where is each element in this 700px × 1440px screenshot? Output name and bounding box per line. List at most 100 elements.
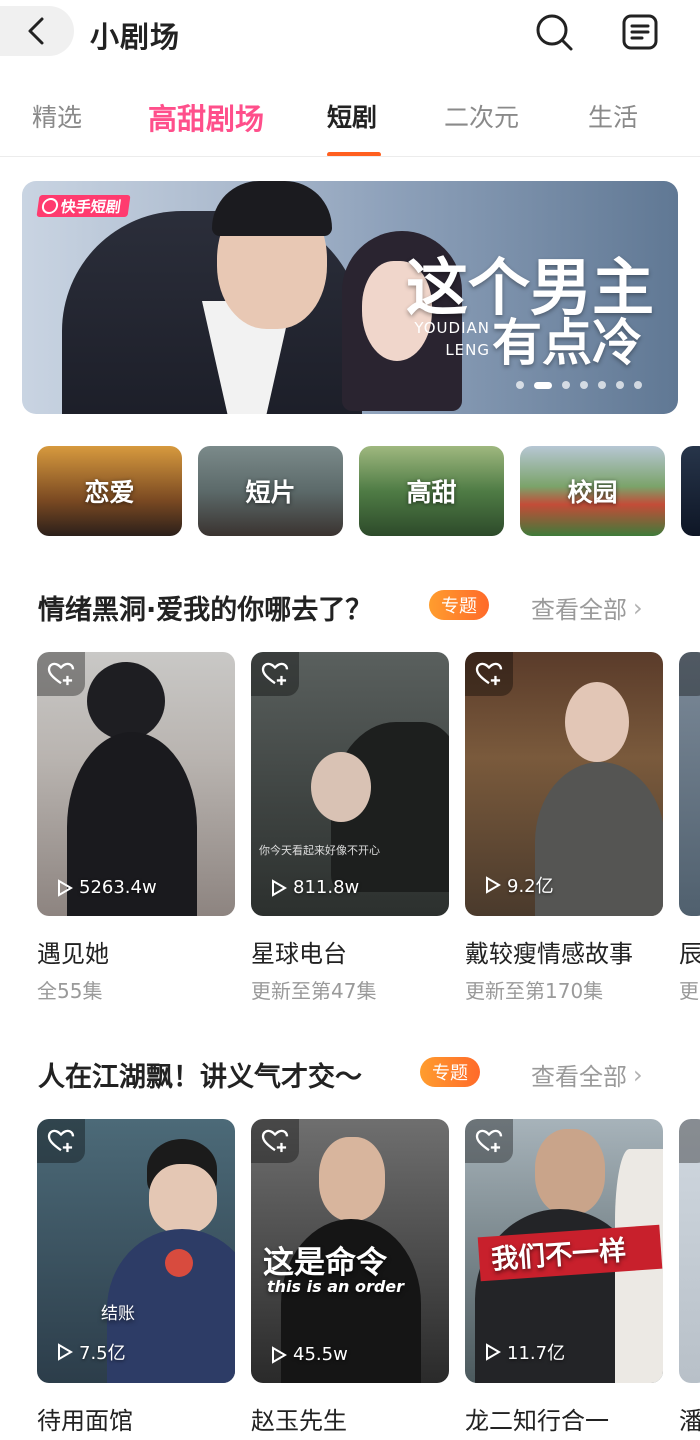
heart-plus-icon (261, 1129, 289, 1153)
play-count-value: 5263.4w (79, 877, 157, 898)
drama-episodes: 全55集 (37, 979, 103, 1003)
add-favorite-button[interactable] (679, 652, 700, 696)
thumbnail-figure-face (311, 752, 371, 822)
tab-life[interactable]: 生活 (588, 98, 638, 134)
tab-sweet-theater[interactable]: 高甜剧场 (148, 96, 264, 138)
drama-card[interactable]: 你今天看起来好像不开心 811.8w 星球电台 更新至第47集 (251, 652, 449, 1004)
thumbnail-figure-face (565, 682, 629, 762)
drama-title: 星球电台 (251, 940, 347, 968)
view-all-link[interactable]: 查看全部 › (531, 1057, 643, 1092)
play-count: 5263.4w (57, 877, 157, 898)
subtitle-caption: 你今天看起来好像不开心 (259, 844, 380, 857)
chevron-right-icon: › (633, 593, 643, 622)
drama-card[interactable]: 这是命令 this is an order 45.5w 赵玉先生 (251, 1119, 449, 1436)
tab-short-drama[interactable]: 短剧 (327, 98, 377, 134)
heart-plus-icon (261, 662, 289, 686)
drama-card[interactable]: 9.2亿 戴较瘦情感故事 更新至第170集 (465, 652, 663, 1004)
search-button[interactable] (532, 10, 576, 54)
drama-title: 龙二知行合一 (465, 1407, 609, 1435)
banner-figure-man-hair (212, 181, 332, 236)
back-button[interactable] (0, 6, 74, 56)
play-count: 11.7亿 (485, 1339, 565, 1365)
play-icon (486, 1343, 501, 1361)
category-more-partial[interactable] (681, 446, 700, 536)
pagination-dot-active (534, 381, 552, 389)
section-title: 人在江湖飘！讲义气才交～ (38, 1062, 362, 1093)
subtitle-caption: 结账 (101, 1304, 135, 1324)
drama-thumbnail: 5263.4w (37, 652, 235, 916)
section-emotional-header: 情绪黑洞·爱我的你哪去了？ 专题 查看全部 › (38, 586, 668, 630)
drama-title: 辰 (679, 940, 700, 968)
back-arrow-icon (28, 17, 44, 45)
play-count: 811.8w (271, 877, 359, 898)
menu-button[interactable] (618, 10, 662, 54)
pagination-dot (598, 381, 606, 389)
drama-card[interactable]: 我们不一样 11.7亿 龙二知行合一 (465, 1119, 663, 1436)
drama-title: 遇见她 (37, 940, 109, 968)
drama-episodes: 更新至第170集 (465, 979, 604, 1003)
add-favorite-button[interactable] (679, 1119, 700, 1163)
category-tabs: 精选 高甜剧场 短剧 二次元 生活 (0, 86, 700, 157)
category-campus[interactable]: 校园 (520, 446, 665, 536)
play-count-value: 11.7亿 (507, 1343, 566, 1364)
tabs-divider (0, 156, 700, 157)
overlay-title: 这是命令 (263, 1245, 387, 1281)
drama-thumbnail: 我们不一样 11.7亿 (465, 1119, 663, 1383)
play-count-value: 9.2亿 (507, 876, 554, 897)
topic-badge: 专题 (429, 590, 489, 620)
add-favorite-button[interactable] (37, 1119, 85, 1163)
thumbnail-figure-face (535, 1129, 605, 1215)
add-favorite-button[interactable] (465, 652, 513, 696)
drama-title: 戴较瘦情感故事 (465, 940, 633, 968)
drama-card-partial[interactable]: 潘 (679, 1119, 700, 1436)
drama-episodes: 更新至第47集 (251, 979, 377, 1003)
thumbnail-figure-face (319, 1137, 385, 1221)
view-all-label: 查看全部 (531, 596, 627, 624)
heart-plus-icon (47, 662, 75, 686)
tab-featured[interactable]: 精选 (32, 98, 82, 134)
drama-card-partial[interactable]: 辰 更 (679, 652, 700, 1004)
drama-thumbnail: 这是命令 this is an order 45.5w (251, 1119, 449, 1383)
add-favorite-button[interactable] (251, 652, 299, 696)
category-label: 高甜 (406, 478, 457, 507)
play-count: 45.5w (271, 1344, 348, 1365)
drama-card[interactable]: 结账 7.5亿 待用面馆 (37, 1119, 235, 1436)
drama-card[interactable]: 5263.4w 遇见她 全55集 (37, 652, 235, 1004)
search-icon (536, 14, 573, 51)
heart-plus-icon (475, 662, 503, 686)
play-count-value: 811.8w (293, 877, 360, 898)
play-icon (58, 878, 73, 897)
view-all-label: 查看全部 (531, 1063, 627, 1091)
category-label: 恋爱 (84, 478, 135, 507)
category-sweet[interactable]: 高甜 (359, 446, 504, 536)
pagination-dot (616, 381, 624, 389)
drama-title: 赵玉先生 (251, 1407, 347, 1435)
play-icon (272, 1345, 287, 1364)
category-label: 校园 (567, 478, 618, 507)
play-count: 7.5亿 (57, 1339, 126, 1365)
hero-banner[interactable]: 快手短剧 这个男主 YOUDIAN LENG 有点冷 (22, 181, 678, 414)
category-shortcuts: 恋爱 短片 高甜 校园 (37, 446, 700, 536)
banner-pinyin: YOUDIAN LENG (410, 317, 490, 361)
add-favorite-button[interactable] (251, 1119, 299, 1163)
drama-thumbnail (679, 652, 700, 916)
chevron-right-icon: › (633, 1060, 643, 1089)
category-short-film[interactable]: 短片 (198, 446, 343, 536)
drama-thumbnail: 结账 7.5亿 (37, 1119, 235, 1383)
drama-thumbnail: 9.2亿 (465, 652, 663, 916)
thumbnail-apple (165, 1249, 193, 1277)
drama-title: 待用面馆 (37, 1407, 133, 1435)
add-favorite-button[interactable] (37, 652, 85, 696)
play-icon (272, 878, 287, 897)
tab-anime[interactable]: 二次元 (444, 98, 519, 134)
play-icon (486, 876, 501, 894)
kuaishou-short-drama-tag: 快手短剧 (36, 195, 131, 217)
play-count-value: 45.5w (293, 1344, 348, 1365)
category-romance[interactable]: 恋爱 (37, 446, 182, 536)
view-all-link[interactable]: 查看全部 › (531, 590, 643, 625)
drama-title: 潘 (679, 1407, 700, 1435)
add-favorite-button[interactable] (465, 1119, 513, 1163)
play-count-value: 7.5亿 (79, 1343, 126, 1364)
drama-thumbnail (679, 1119, 700, 1383)
thumbnail-figure-head (87, 662, 165, 740)
